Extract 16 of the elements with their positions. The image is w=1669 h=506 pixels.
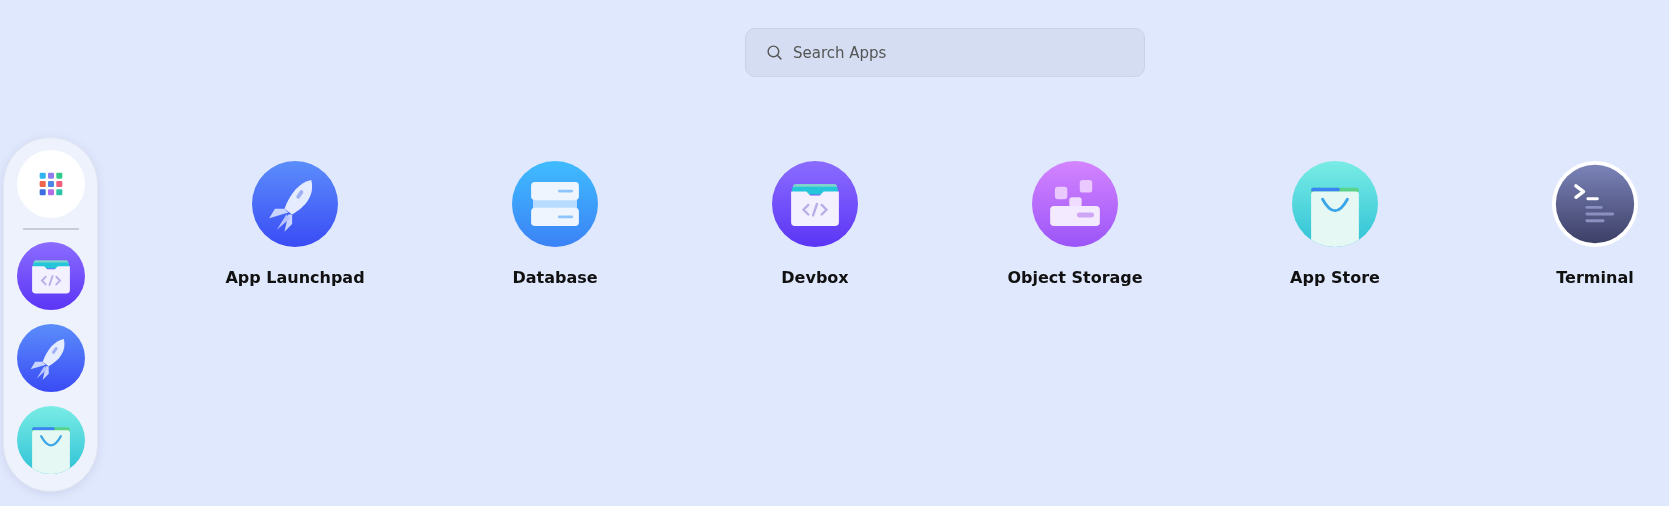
- app-label[interactable]: App Store: [1290, 268, 1380, 287]
- app-grid-icon[interactable]: [16, 150, 85, 218]
- storage-blocks-icon[interactable]: [1032, 161, 1118, 247]
- search-field[interactable]: Search Apps: [745, 28, 1145, 77]
- app-label[interactable]: Terminal: [1556, 268, 1634, 287]
- rocket-icon[interactable]: [16, 324, 85, 392]
- app-label[interactable]: Database: [512, 268, 598, 287]
- code-folder-icon[interactable]: [16, 242, 85, 310]
- app-label[interactable]: Devbox: [781, 268, 849, 287]
- code-folder-icon[interactable]: [772, 161, 858, 247]
- rocket-icon[interactable]: [252, 161, 338, 247]
- app-label[interactable]: App Launchpad: [225, 268, 365, 287]
- search-icon: [766, 44, 783, 61]
- app-label[interactable]: Object Storage: [1007, 268, 1143, 287]
- terminal-icon[interactable]: [1552, 161, 1638, 247]
- server-stack-icon[interactable]: [512, 161, 598, 247]
